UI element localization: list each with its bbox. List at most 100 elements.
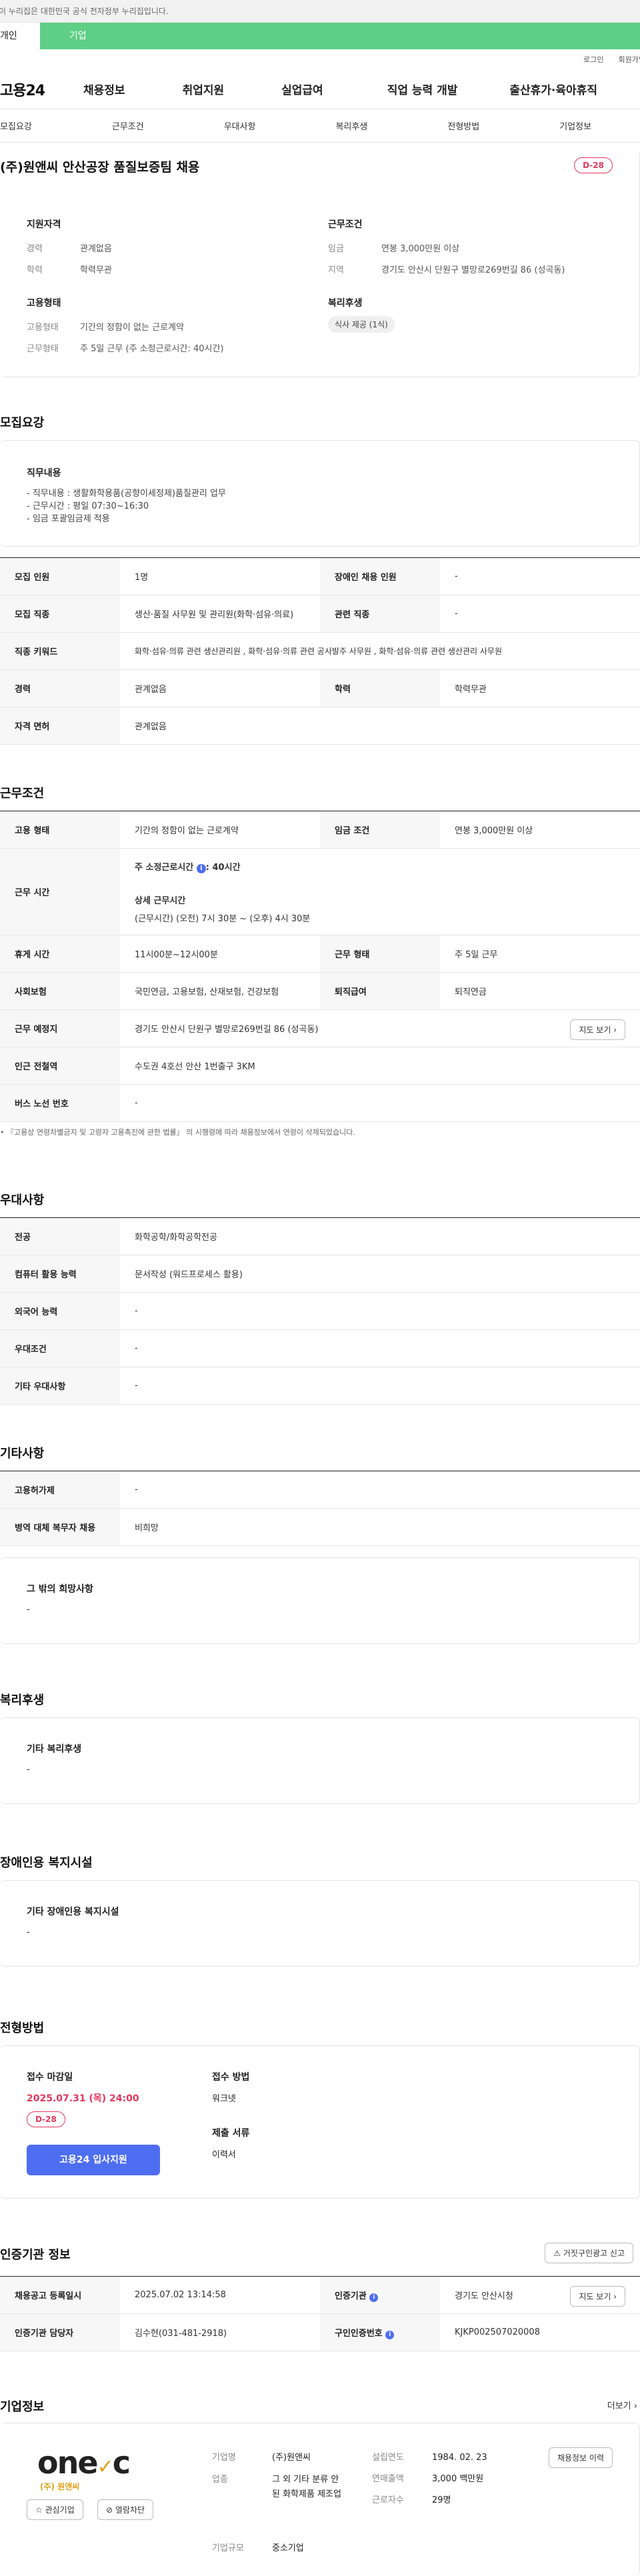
deadline-value: 2025.07.31 (목) 24:00 [27,2093,139,2104]
cell-label: 학력 [320,669,440,707]
docs-label: 제출 서류 [212,2128,250,2139]
job-history-button[interactable]: 채용정보 이력 [548,2447,613,2468]
tab-conditions[interactable]: 근무조건 [112,119,144,132]
tab-screening[interactable]: 전형방법 [447,119,479,132]
cell-value: 학력무관 [440,669,640,707]
cell-label: 근무 시간 [0,848,120,935]
pref-table: 전공 화학공학/화학공학전공 컴퓨터 활용 능력 문서작성 (워드프로세스 활용) … [0,1217,640,1405]
disabled-box: 기타 장애인용 복지시설 - [0,1880,640,1967]
gnb-parental-leave[interactable]: 출산휴가·육아휴직 [509,81,597,97]
tab-individual[interactable]: 개인 [0,23,40,49]
table-row: 병역 대체 복무자 채용 비희망 [0,1508,640,1546]
cell-value: 생산·품질 사무원 및 관리원(화학·섬유·의료) [120,595,320,633]
cell-value: 화학·섬유·의류 관련 생산관리원 , 화학·섬유·의류 관련 공사발주 사무원… [120,632,640,670]
place-cell: 경기도 안산시 단원구 별망로269번길 86 (성곡동) 지도 보기 › [120,1009,640,1047]
table-row: 직종 키워드 화학·섬유·의류 관련 생산관리원 , 화학·섬유·의류 관련 공사… [0,632,640,670]
global-nav: 고용24 채용정보 취업지원 실업급여 직업 능력 개발 출산휴가·육아휴직 [0,69,640,109]
cell-value: KJKP002507020008 [440,2313,640,2351]
info-icon[interactable]: i [369,2293,379,2302]
work-table: 고용 형태 기간의 정함이 없는 근로계약 임금 조건 연봉 3,000만원 이상 근… [0,811,640,1122]
cell-label: 우대조건 [0,1329,120,1367]
table-row: 우대조건 - [0,1329,640,1367]
cell-label: 모집 인원 [0,557,120,595]
table-row: 컴퓨터 활용 능력 문서작성 (워드프로세스 활용) [0,1255,640,1293]
cell-value: - [120,1471,640,1509]
cell-value: 비희망 [120,1508,640,1546]
info-icon[interactable]: i [196,863,206,873]
cell-value: 퇴직연금 [440,972,640,1010]
table-row: 모집 직종 생산·품질 사무원 및 관리원(화학·섬유·의료) 관련 직종 - [0,595,640,633]
cell-label: 퇴직급여 [320,972,440,1010]
cert-table: 채용공고 등록일시 2025.07.02 13:14:58 인증기관 i 경기도 안산… [0,2276,640,2351]
gnb-employment-support[interactable]: 취업지원 [183,81,225,97]
etc-box-title: 그 밖의 희망사항 [27,1584,93,1595]
recruit-table: 모집 인원 1명 장애인 채용 인원 - 모집 직종 생산·품질 사무원 및 관리원(화… [0,557,640,745]
table-row: 고용허가제 - [0,1471,640,1509]
job-summary-card: (주)원앤씨 안산공장 품질보증팀 채용 D-28 지원자격 경력 관계없음 학력… [0,151,640,377]
gnb-jobs[interactable]: 채용정보 [83,81,125,97]
gnb-training[interactable]: 직업 능력 개발 [387,81,458,97]
block-view-button[interactable]: ⊘ 열람차단 [97,2499,154,2520]
cell-value: 1명 [120,557,320,595]
cell-label: 인근 전철역 [0,1047,120,1085]
table-row: 외국어 능력 - [0,1292,640,1330]
disabled-box-value: - [27,1927,30,1937]
deadline-label: 접수 마감일 [27,2072,73,2083]
job-desc-box: 직무내용 - 직무내용 : 생활화학용품(공향이세정제)품질관리 업무 - 근무… [0,440,640,547]
cell-label: 휴게 시간 [0,935,120,973]
company-more-link[interactable]: 더보기 › [607,2399,637,2411]
site-logo[interactable]: 고용24 [0,79,83,100]
cell-value: - [120,1367,640,1405]
table-row: 근무 예정지 경기도 안산시 단원구 별망로269번길 86 (성곡동) 지도 보기… [0,1009,640,1047]
gov-notice: 이 누리집은 대한민국 공식 전자정부 누리집입니다. [0,0,640,23]
gnb-unemployment[interactable]: 실업급여 [281,81,323,97]
table-row: 채용공고 등록일시 2025.07.02 13:14:58 인증기관 i 경기도 안산… [0,2276,640,2314]
cell-label: 경력 [0,669,120,707]
table-row: 휴게 시간 11시00분~12시00분 근무 형태 주 5일 근무 [0,935,640,973]
cell-value: 2025.07.02 13:14:58 [120,2276,320,2314]
apply-button[interactable]: 고용24 입사지원 [27,2145,160,2175]
table-row: 근무 시간 주 소정근로시간 i: 40시간 상세 근무시간 (근무시간) (오… [0,848,640,935]
star-icon: ☆ [35,2505,43,2515]
tab-preferences[interactable]: 우대사항 [224,119,256,132]
cell-label: 임금 조건 [320,811,440,849]
cond-wage: 임금 연봉 3,000만원 이상 [328,244,460,254]
work-type: 근무형태 주 5일 근무 (주 소정근로시간: 40시간) [27,344,224,354]
cond-region: 지역 경기도 안산시 단원구 별망로269번길 86 (성곡동) [328,265,565,275]
tab-recruit[interactable]: 모집요강 [0,119,32,132]
job-desc-line: - 직무내용 : 생활화학용품(공향이세정제)품질관리 업무 [27,489,226,499]
cell-value: - [440,595,640,633]
cell-label: 외국어 능력 [0,1292,120,1330]
cell-label: 직종 키워드 [0,632,120,670]
login-link[interactable]: 로그인 [583,54,603,65]
dday-badge: D-28 [27,2111,65,2127]
table-row: 사회보험 국민연금, 고용보험, 산재보험, 건강보험 퇴직급여 퇴직연금 [0,972,640,1010]
tab-corporate[interactable]: 기업 [40,23,640,49]
tab-welfare[interactable]: 복리후생 [336,119,368,132]
cell-value: 기간의 정함이 없는 근로계약 [120,811,320,849]
etc-title: 기타사항 [0,1447,45,1461]
cell-value: - [120,1292,640,1330]
company-sales: 연매출액 3,000 백만원 [372,2474,484,2484]
company-employees: 근로자수 29명 [372,2495,451,2505]
cell-label: 모집 직종 [0,595,120,633]
agency-map-button[interactable]: 지도 보기 › [570,2286,625,2307]
favorite-company-button[interactable]: ☆ 관심기업 [27,2499,83,2520]
etc-box-value: - [27,1605,30,1615]
method-label: 접수 방법 [212,2072,250,2083]
job-desc-line: - 임금 포괄임금제 적용 [27,514,110,524]
cell-value: 11시00분~12시00분 [120,935,320,973]
company-founded: 설립연도 1984. 02. 23 [372,2453,487,2463]
tab-company[interactable]: 기업정보 [559,119,591,132]
work-time-cell: 주 소정근로시간 i: 40시간 상세 근무시간 (근무시간) (오전) 7시 … [120,848,640,935]
info-icon[interactable]: i [385,2330,395,2339]
company-title: 기업정보 [0,2400,45,2414]
table-row: 전공 화학공학/화학공학전공 [0,1217,640,1255]
cell-value: - [120,1084,640,1122]
cell-label: 근무 예정지 [0,1009,120,1047]
signup-link[interactable]: 회원가입 [619,54,640,65]
map-button[interactable]: 지도 보기 › [570,1019,625,1040]
docs-value: 이력서 [212,2150,236,2160]
report-button[interactable]: ⚠ 거짓구인광고 신고 [545,2243,633,2263]
block-icon: ⊘ [106,2505,113,2515]
